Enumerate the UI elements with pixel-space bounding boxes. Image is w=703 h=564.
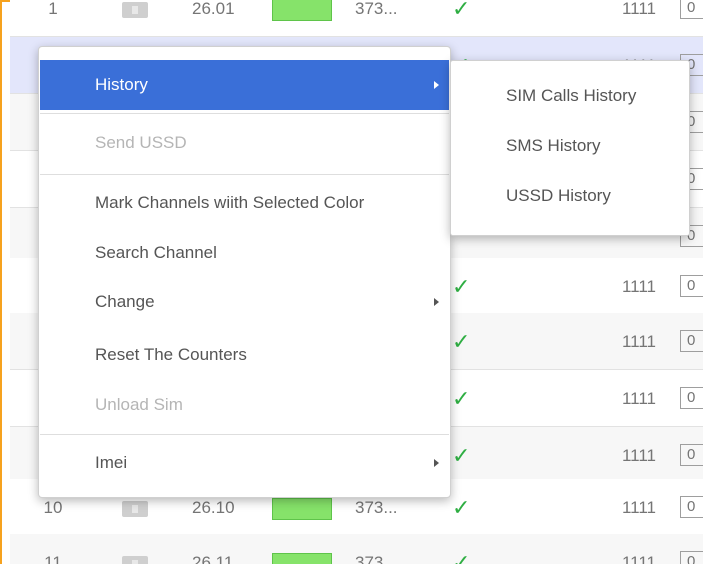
row-code: 1111 bbox=[621, 332, 656, 351]
row-number: 1 bbox=[48, 0, 58, 18]
menu-item-label: Mark Channels wiith Selected Color bbox=[95, 193, 365, 212]
menu-item-label: Search Channel bbox=[95, 243, 217, 262]
row-code: 1111 bbox=[621, 277, 656, 296]
submenu-arrow-icon bbox=[434, 81, 439, 89]
sim-card-icon bbox=[122, 556, 148, 564]
menu-divider bbox=[40, 434, 449, 435]
row-counter-box[interactable]: 0 bbox=[680, 330, 703, 352]
row-code: 1111 bbox=[621, 446, 656, 465]
menu-item-unload-sim: Unload Sim bbox=[40, 380, 449, 430]
submenu-item-sim-calls-history[interactable]: SIM Calls History bbox=[451, 71, 689, 121]
submenu-arrow-icon bbox=[434, 459, 439, 467]
submenu-item-label: SIM Calls History bbox=[506, 86, 637, 105]
submenu-item-ussd-history[interactable]: USSD History bbox=[451, 171, 689, 221]
menu-item-label: Send USSD bbox=[95, 133, 187, 152]
check-icon: ✓ bbox=[452, 0, 471, 21]
row-time: 26.11 bbox=[192, 553, 234, 564]
submenu-arrow-icon bbox=[434, 298, 439, 306]
table-row[interactable]: 1 26.01 373... ✓ 1111 0 bbox=[10, 0, 703, 37]
row-counter-box[interactable]: 0 bbox=[680, 444, 703, 466]
menu-divider bbox=[40, 174, 449, 175]
sim-card-icon bbox=[122, 501, 148, 517]
check-icon: ✓ bbox=[452, 495, 471, 520]
check-icon: ✓ bbox=[452, 443, 471, 468]
menu-item-label: Imei bbox=[95, 453, 128, 472]
row-time: 26.01 bbox=[192, 0, 235, 18]
submenu-item-label: SMS History bbox=[506, 136, 601, 155]
menu-item-mark-channels[interactable]: Mark Channels wiith Selected Color bbox=[40, 178, 449, 228]
signal-bar bbox=[272, 498, 332, 520]
row-code: 1111 bbox=[621, 498, 656, 517]
check-icon: ✓ bbox=[452, 329, 471, 354]
row-number: 11 bbox=[44, 553, 62, 564]
row-counter-box[interactable]: 0 bbox=[680, 496, 703, 518]
menu-item-reset-counters[interactable]: Reset The Counters bbox=[40, 330, 449, 380]
history-submenu: SIM Calls History SMS History USSD Histo… bbox=[450, 60, 690, 236]
check-icon: ✓ bbox=[452, 550, 471, 564]
row-code: 1111 bbox=[621, 389, 656, 408]
menu-item-search-channel[interactable]: Search Channel bbox=[40, 228, 449, 278]
row-counter-box[interactable]: 0 bbox=[680, 387, 703, 409]
row-counter-box[interactable]: 0 bbox=[680, 275, 703, 297]
row-phone: 373... bbox=[355, 0, 398, 18]
menu-item-label: History bbox=[95, 75, 148, 94]
menu-item-label: Unload Sim bbox=[95, 395, 183, 414]
row-code: 1111 bbox=[621, 553, 656, 564]
row-counter-box[interactable]: 0 bbox=[680, 0, 703, 19]
menu-item-label: Change bbox=[95, 292, 155, 311]
menu-item-label: Reset The Counters bbox=[95, 345, 247, 364]
signal-bar bbox=[272, 0, 332, 21]
submenu-item-sms-history[interactable]: SMS History bbox=[451, 121, 689, 171]
check-icon: ✓ bbox=[452, 274, 471, 299]
menu-item-history[interactable]: History bbox=[40, 60, 449, 110]
menu-divider bbox=[40, 113, 449, 114]
row-code: 1111 bbox=[621, 0, 656, 18]
row-counter-box[interactable]: 0 bbox=[680, 551, 703, 564]
submenu-item-label: USSD History bbox=[506, 186, 611, 205]
menu-item-imei[interactable]: Imei bbox=[40, 438, 449, 488]
menu-item-change[interactable]: Change bbox=[40, 277, 449, 327]
sim-card-icon bbox=[122, 2, 148, 18]
signal-bar bbox=[272, 553, 332, 564]
row-phone: 373 bbox=[355, 553, 384, 564]
menu-item-send-ussd: Send USSD bbox=[40, 118, 449, 168]
context-menu: History Send USSD Mark Channels wiith Se… bbox=[38, 46, 451, 498]
check-icon: ✓ bbox=[452, 386, 471, 411]
table-row[interactable]: 11 26.11 373 ✓ 1111 0 bbox=[10, 534, 703, 564]
